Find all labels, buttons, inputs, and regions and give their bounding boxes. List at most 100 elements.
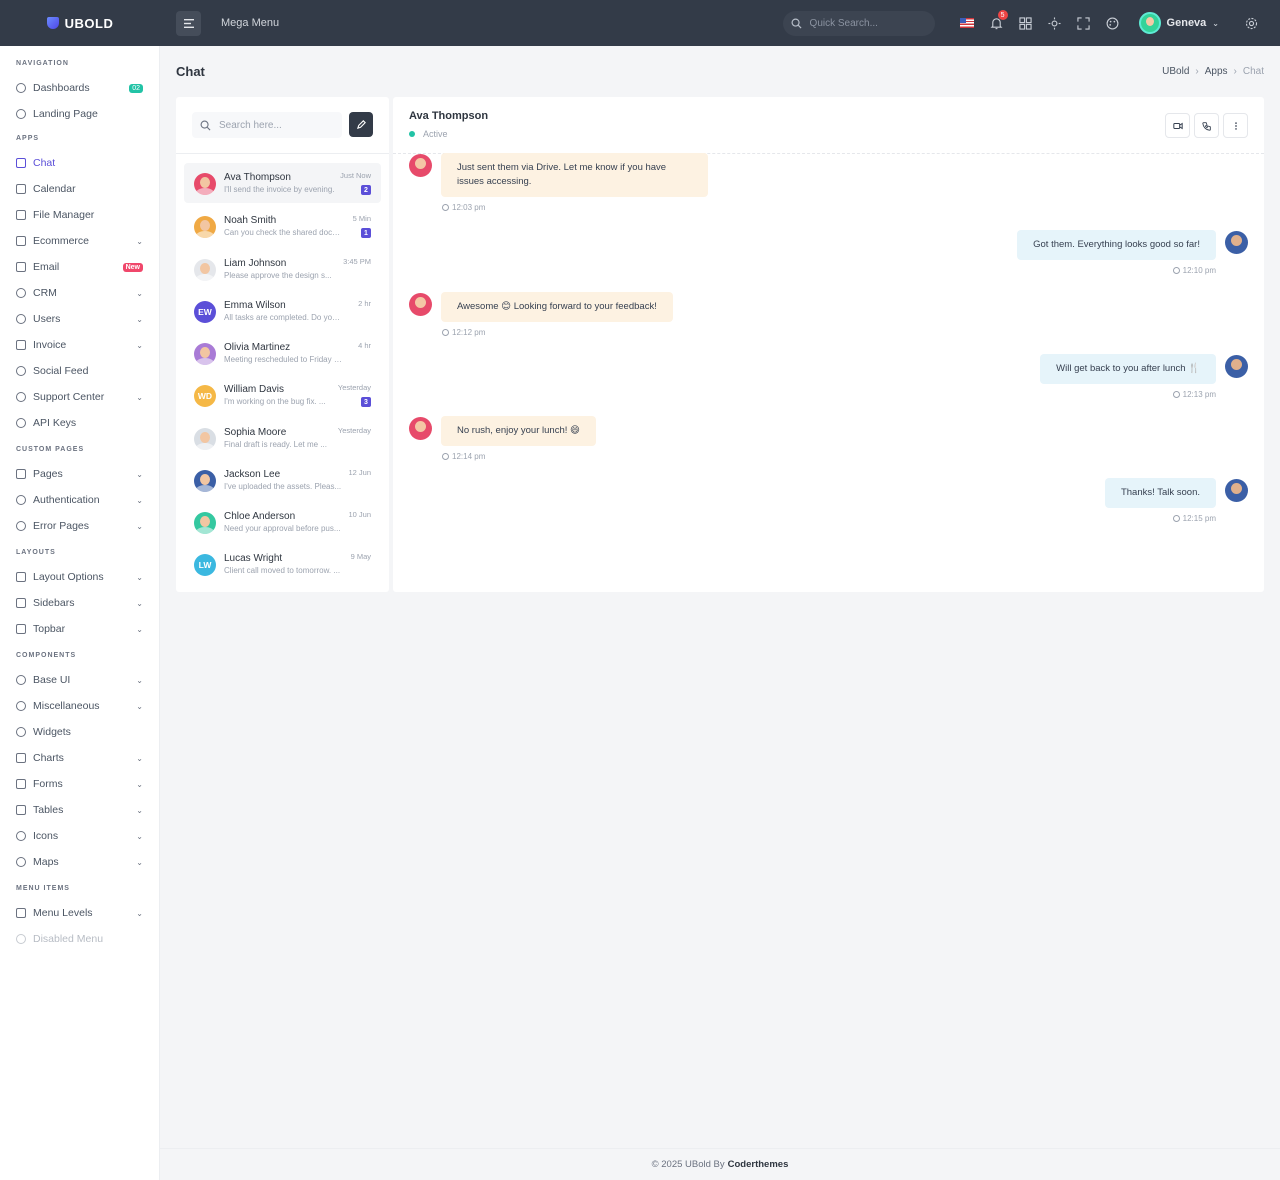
- rss-icon: [16, 366, 26, 376]
- contact-item[interactable]: Noah Smith Can you check the shared doc? …: [184, 206, 381, 246]
- key-icon: [16, 418, 26, 428]
- sidebar-item-error-pages[interactable]: Error Pages ⌄: [0, 513, 159, 539]
- contact-item[interactable]: Sophia Moore Final draft is ready. Let me…: [184, 418, 381, 458]
- sidebar-item-landing-page[interactable]: Landing Page: [0, 101, 159, 127]
- voice-call-button[interactable]: [1194, 113, 1219, 138]
- contact-info: Noah Smith Can you check the shared doc? …: [224, 214, 342, 239]
- fullscreen-button[interactable]: [1069, 0, 1098, 46]
- chevron-down-icon: ⌄: [136, 624, 143, 634]
- sidebar-item-label: CRM: [33, 287, 57, 299]
- chevron-down-icon: ⌄: [136, 495, 143, 505]
- sidebar-item-social-feed[interactable]: Social Feed: [0, 358, 159, 384]
- sidebar-item-users[interactable]: Users ⌄: [0, 306, 159, 332]
- sidebar-item-file-manager[interactable]: File Manager: [0, 202, 159, 228]
- contact-item[interactable]: LW Lucas Wright Client call moved to tomor…: [184, 544, 381, 584]
- message-icon: [16, 158, 26, 168]
- sidebar-item-api-keys[interactable]: API Keys: [0, 410, 159, 436]
- menu-toggle-button[interactable]: [176, 10, 201, 36]
- sidebar-item-label: Charts: [33, 752, 64, 764]
- users-icon: [16, 314, 26, 324]
- contact-meta: 3:45 PM: [333, 257, 371, 266]
- sidebar-item-menu-levels[interactable]: Menu Levels ⌄: [0, 900, 159, 926]
- sidebar-item-topbar[interactable]: Topbar ⌄: [0, 616, 159, 642]
- settings-button[interactable]: [1237, 0, 1266, 46]
- contact-item[interactable]: Ava Thompson I'll send the invoice by eve…: [184, 163, 381, 203]
- sidebar-item-calendar[interactable]: Calendar: [0, 176, 159, 202]
- user-name: Geneva: [1166, 17, 1207, 29]
- sidebar-item-icons[interactable]: Icons ⌄: [0, 823, 159, 849]
- quick-search-input[interactable]: Quick Search...: [782, 10, 935, 36]
- contact-name: Jackson Lee: [224, 469, 281, 480]
- breadcrumb-item[interactable]: UBold: [1162, 66, 1189, 77]
- sidebar-item-support-center[interactable]: Support Center ⌄: [0, 384, 159, 410]
- section-navigation: NAVIGATION: [16, 60, 69, 67]
- sidebar-item-widgets[interactable]: Widgets: [0, 719, 159, 745]
- notifications-button[interactable]: 5: [982, 0, 1011, 46]
- sidebar-item-authentication[interactable]: Authentication ⌄: [0, 487, 159, 513]
- contact-last-message: I'll send the invoice by evening.: [224, 185, 335, 194]
- breadcrumb-item[interactable]: Apps: [1205, 66, 1228, 77]
- chevron-down-icon: ⌄: [1212, 18, 1219, 28]
- contact-info: Emma Wilson All tasks are completed. Do y…: [224, 299, 342, 324]
- sidebar-item-miscellaneous[interactable]: Miscellaneous ⌄: [0, 693, 159, 719]
- copyright-text: © 2025 UBold By: [651, 1159, 725, 1170]
- contact-item[interactable]: Jackson Lee I've uploaded the assets. Ple…: [184, 460, 381, 500]
- user-menu[interactable]: Geneva ⌄: [1138, 12, 1219, 34]
- map-pin-icon: [16, 857, 26, 867]
- section-apps: APPS: [16, 135, 40, 142]
- mega-menu-link[interactable]: Mega Menu: [221, 17, 279, 29]
- sidebar-item-label: Ecommerce: [33, 235, 90, 247]
- language-button[interactable]: [953, 0, 982, 46]
- sidebar-item-label: Social Feed: [33, 365, 89, 377]
- gauge-icon: [16, 83, 26, 93]
- fullscreen-icon: [1076, 16, 1090, 30]
- sidebar-item-ecommerce[interactable]: Ecommerce ⌄: [0, 228, 159, 254]
- contact-item[interactable]: Chloe Anderson Need your approval before …: [184, 502, 381, 542]
- apps-grid-icon: [1018, 16, 1032, 30]
- contact-item[interactable]: EW Emma Wilson All tasks are completed. Do…: [184, 291, 381, 331]
- sidebar-item-pages[interactable]: Pages ⌄: [0, 461, 159, 487]
- sidebar-item-label: Topbar: [33, 623, 66, 635]
- chevron-down-icon: ⌄: [136, 779, 143, 789]
- contact-item[interactable]: Liam Johnson Please approve the design s.…: [184, 249, 381, 289]
- sidebar-item-maps[interactable]: Maps ⌄: [0, 849, 159, 875]
- video-call-button[interactable]: [1165, 113, 1190, 138]
- sidebar-item-label: Maps: [33, 856, 59, 868]
- contact-time: 3:45 PM: [343, 257, 371, 266]
- footer-brand-link[interactable]: Coderthemes: [728, 1159, 789, 1170]
- sidebar-item-sidebars[interactable]: Sidebars ⌄: [0, 590, 159, 616]
- new-chat-button[interactable]: [349, 112, 373, 137]
- brand-logo[interactable]: UBOLD: [0, 0, 160, 46]
- brand-name: UBOLD: [64, 15, 114, 31]
- sidebar-item-base-ui[interactable]: Base UI ⌄: [0, 667, 159, 693]
- chevron-down-icon: ⌄: [136, 598, 143, 608]
- contact-item[interactable]: Olivia Martinez Meeting rescheduled to Fr…: [184, 333, 381, 373]
- sidebar-item-forms[interactable]: Forms ⌄: [0, 771, 159, 797]
- palette-button[interactable]: [1098, 0, 1127, 46]
- sidebar-item-email[interactable]: Email New: [0, 254, 159, 280]
- shield-icon: [16, 521, 26, 531]
- contact-avatar: [194, 343, 216, 365]
- sidebar-item-tables[interactable]: Tables ⌄: [0, 797, 159, 823]
- contact-last-message: I've uploaded the assets. Pleas...: [224, 482, 342, 491]
- chat-search-input[interactable]: Search here...: [192, 112, 342, 138]
- contact-last-message: Meeting rescheduled to Friday at ...: [224, 355, 342, 364]
- sidebar-item-layout-options[interactable]: Layout Options ⌄: [0, 564, 159, 590]
- chevron-down-icon: ⌄: [136, 469, 143, 479]
- contact-meta: Just Now 2: [333, 171, 371, 195]
- apps-button[interactable]: [1011, 0, 1040, 46]
- sidebar-item-label: Tables: [33, 804, 64, 816]
- sidebar-item-charts[interactable]: Charts ⌄: [0, 745, 159, 771]
- contact-name: Lucas Wright: [224, 553, 283, 564]
- folder-icon: [16, 210, 26, 220]
- theme-toggle-button[interactable]: [1040, 0, 1069, 46]
- contact-avatar: [194, 512, 216, 534]
- contact-meta: Yesterday: [333, 426, 371, 435]
- sidebar-item-dashboards[interactable]: Dashboards 02: [0, 75, 159, 101]
- contact-time: Just Now: [340, 171, 371, 180]
- more-options-button[interactable]: [1223, 113, 1248, 138]
- sidebar-item-invoice[interactable]: Invoice ⌄: [0, 332, 159, 358]
- sidebar-item-chat[interactable]: Chat: [0, 150, 159, 176]
- sidebar-item-crm[interactable]: CRM ⌄: [0, 280, 159, 306]
- contact-item[interactable]: WD William Davis I'm working on the bug fi…: [184, 375, 381, 415]
